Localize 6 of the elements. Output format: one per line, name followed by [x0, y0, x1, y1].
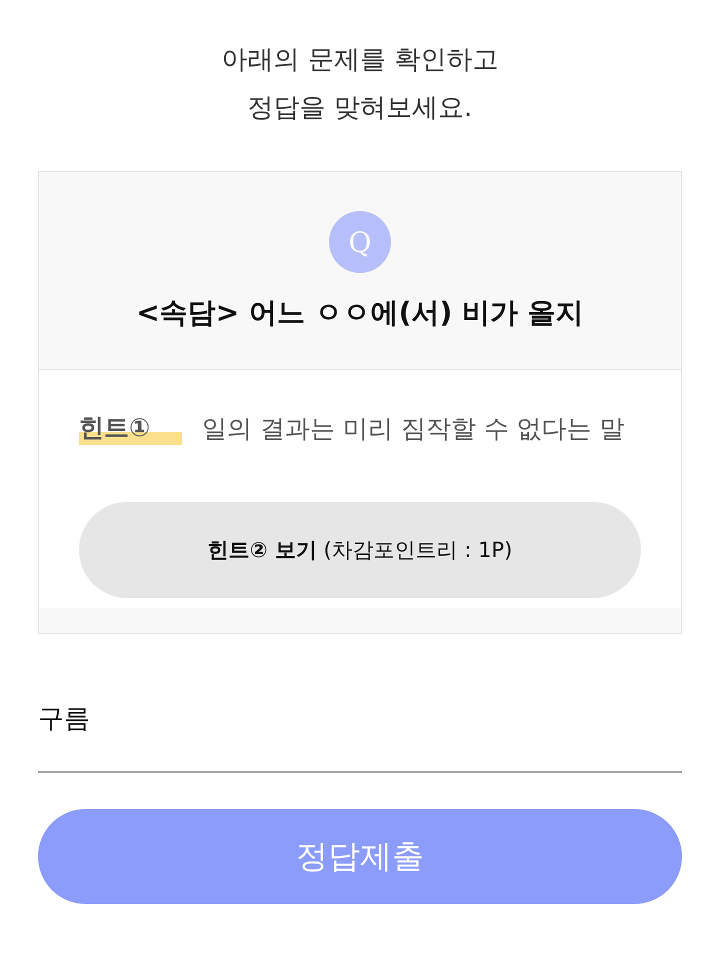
question-title: <속담> 어느 ㅇㅇ에(서) 비가 올지 — [136, 295, 584, 331]
show-hint-button[interactable]: 힌트② 보기 (차감포인트리 : 1P) — [79, 502, 641, 598]
answer-field[interactable]: 구름 — [38, 681, 682, 773]
question-badge: Q — [329, 211, 391, 273]
instruction-text: 아래의 문제를 확인하고 정답을 맞혀보세요. — [222, 44, 498, 125]
hint-text: 일의 결과는 미리 짐작할 수 없다는 말 — [202, 412, 625, 444]
